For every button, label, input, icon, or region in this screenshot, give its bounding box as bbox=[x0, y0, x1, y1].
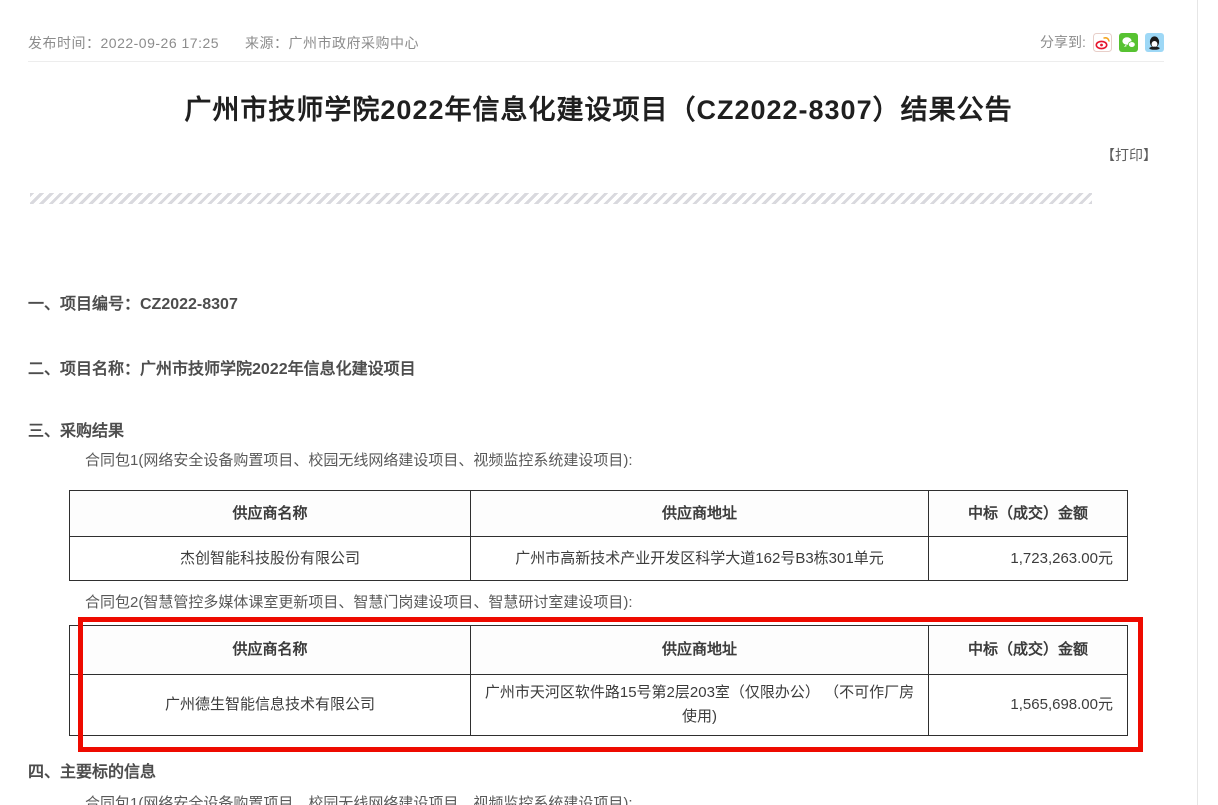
table-row: 杰创智能科技股份有限公司 广州市高新技术产业开发区科学大道162号B3栋301单… bbox=[70, 537, 1128, 581]
hatched-divider bbox=[30, 193, 1092, 204]
result-table-package1: 供应商名称 供应商地址 中标（成交）金额 杰创智能科技股份有限公司 广州市高新技… bbox=[69, 490, 1128, 581]
col-header-award-amount: 中标（成交）金额 bbox=[929, 491, 1128, 537]
publish-time: 发布时间：2022-09-26 17:25 bbox=[28, 35, 219, 51]
share-bar: 分享到: bbox=[1040, 32, 1164, 52]
article-meta: 发布时间：2022-09-26 17:25 来源：广州市政府采购中心 bbox=[28, 33, 445, 53]
package1-intro: 合同包1(网络安全设备购置项目、校园无线网络建设项目、视频监控系统建设项目): bbox=[85, 449, 633, 470]
award-amount-cell: 1,723,263.00元 bbox=[929, 537, 1128, 581]
package2-intro: 合同包2(智慧管控多媒体课室更新项目、智慧门岗建设项目、智慧研讨室建设项目): bbox=[85, 591, 633, 612]
print-button[interactable]: 【打印】 bbox=[1101, 145, 1157, 165]
section-project-number: 一、项目编号：CZ2022-8307 bbox=[28, 290, 238, 314]
supplier-name-cell: 广州德生智能信息技术有限公司 bbox=[70, 675, 471, 736]
col-header-award-amount: 中标（成交）金额 bbox=[929, 626, 1128, 675]
supplier-address-cell: 广州市天河区软件路15号第2层203室（仅限办公） （不可作厂房使用) bbox=[471, 675, 929, 736]
col-header-supplier-address: 供应商地址 bbox=[471, 626, 929, 675]
col-header-supplier-name: 供应商名称 bbox=[70, 491, 471, 537]
table-row: 广州德生智能信息技术有限公司 广州市天河区软件路15号第2层203室（仅限办公）… bbox=[70, 675, 1128, 736]
content-right-border bbox=[1197, 0, 1198, 805]
source: 来源：广州市政府采购中心 bbox=[245, 35, 419, 51]
col-header-supplier-name: 供应商名称 bbox=[70, 626, 471, 675]
share-label: 分享到: bbox=[1040, 32, 1086, 52]
page: 发布时间：2022-09-26 17:25 来源：广州市政府采购中心 分享到: 广… bbox=[0, 0, 1218, 805]
wechat-icon[interactable] bbox=[1119, 33, 1138, 52]
truncated-bottom-line: 合同包1(网络安全设备购置项目、校园无线网络建设项目、视频监控系统建设项目): bbox=[85, 794, 633, 805]
header-divider bbox=[28, 61, 1164, 62]
section-procurement-result: 三、采购结果 bbox=[28, 417, 124, 441]
table-header-row: 供应商名称 供应商地址 中标（成交）金额 bbox=[70, 491, 1128, 537]
result-table-package2: 供应商名称 供应商地址 中标（成交）金额 广州德生智能信息技术有限公司 广州市天… bbox=[69, 625, 1128, 736]
page-title: 广州市技师学院2022年信息化建设项目（CZ2022-8307）结果公告 bbox=[0, 88, 1197, 127]
col-header-supplier-address: 供应商地址 bbox=[471, 491, 929, 537]
section-project-name: 二、项目名称：广州市技师学院2022年信息化建设项目 bbox=[28, 355, 416, 379]
supplier-address-cell: 广州市高新技术产业开发区科学大道162号B3栋301单元 bbox=[471, 537, 929, 581]
weibo-icon[interactable] bbox=[1093, 33, 1112, 52]
qq-icon[interactable] bbox=[1145, 33, 1164, 52]
award-amount-cell: 1,565,698.00元 bbox=[929, 675, 1128, 736]
table-header-row: 供应商名称 供应商地址 中标（成交）金额 bbox=[70, 626, 1128, 675]
supplier-name-cell: 杰创智能科技股份有限公司 bbox=[70, 537, 471, 581]
section-main-subject-info: 四、主要标的信息 bbox=[28, 758, 156, 782]
